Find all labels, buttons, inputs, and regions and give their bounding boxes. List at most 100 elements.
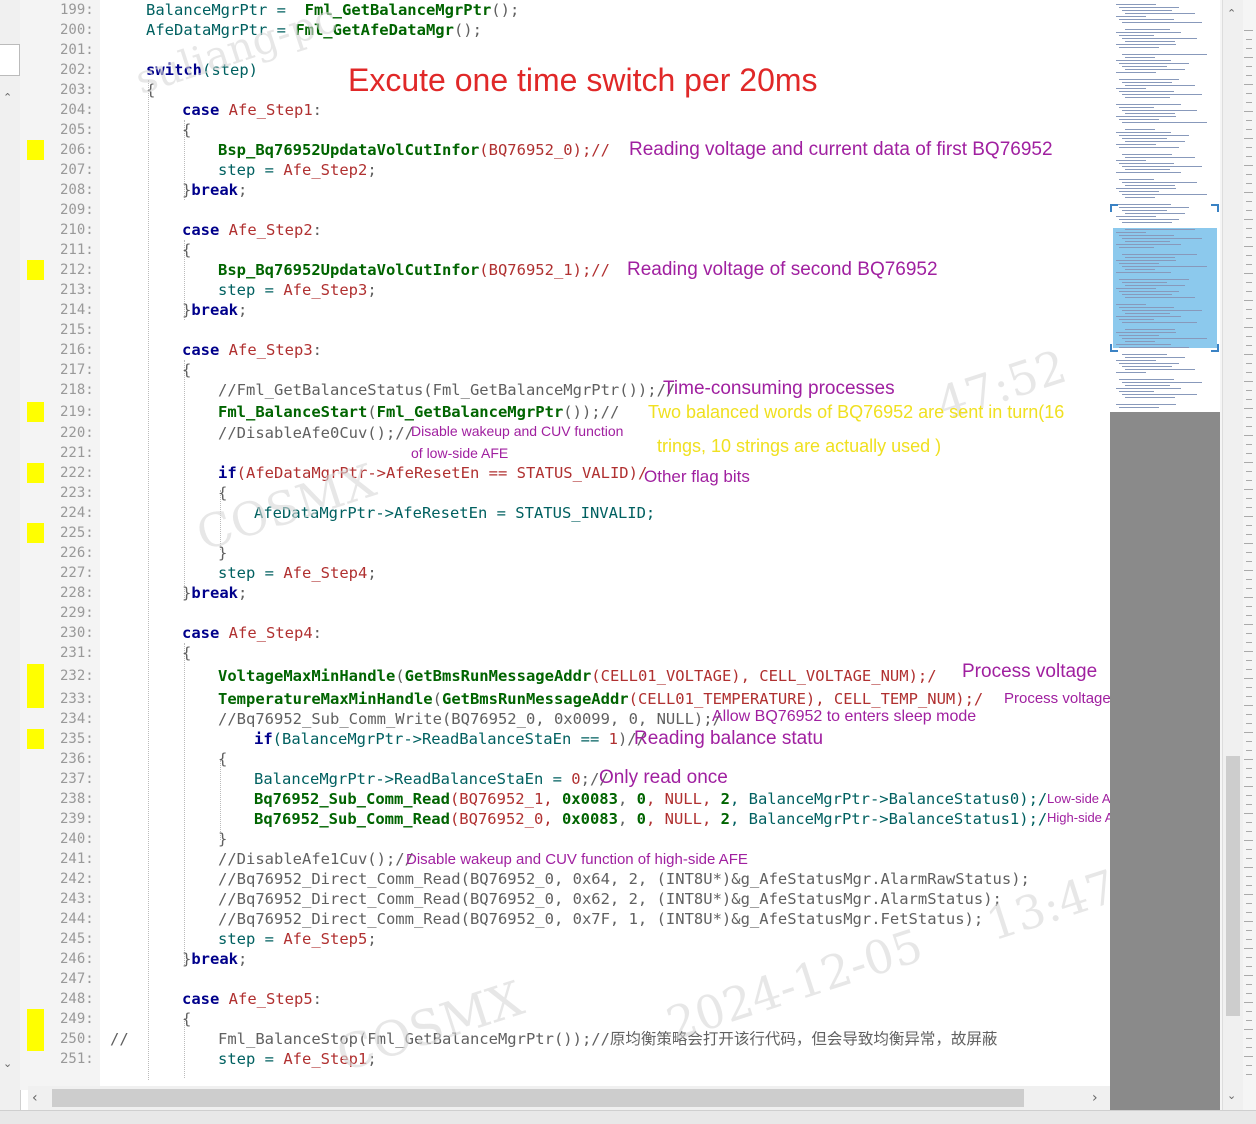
minimap-code-line — [1116, 260, 1176, 261]
minimap-code-line — [1125, 185, 1175, 186]
ruler-tick — [1246, 615, 1252, 616]
ruler-tick — [1246, 255, 1252, 256]
ruler-tick — [1246, 336, 1252, 337]
minimap-code-line — [1122, 266, 1207, 267]
minimap-code-line — [1119, 19, 1174, 20]
ruler-tick — [1246, 939, 1252, 940]
minimap-code-line — [1119, 47, 1159, 48]
minimap-code-line — [1122, 366, 1172, 367]
ruler-tick — [1244, 246, 1253, 247]
ruler-tick — [1244, 381, 1253, 382]
ruler-tick — [1244, 732, 1253, 733]
ruler-tick — [1246, 741, 1252, 742]
scroll-left-icon[interactable]: ‹ — [32, 1091, 38, 1105]
ruler-tick — [1246, 777, 1252, 778]
minimap-code-line — [1125, 141, 1185, 142]
minimap-code-line — [1125, 341, 1155, 342]
ruler-tick — [1244, 327, 1253, 328]
code-line-205: { — [182, 121, 192, 139]
ruler-tick — [1246, 1074, 1252, 1075]
code-line-239: Bq76952_Sub_Comm_Read(BQ76952_0, 0x0083,… — [254, 810, 1048, 828]
minimap-code-line — [1122, 154, 1172, 155]
minimap-code-line — [1119, 147, 1179, 148]
ruler-tick — [1246, 102, 1252, 103]
code-line-213: step = Afe_Step3; — [218, 281, 377, 299]
code-line-242: //Bq76952_Direct_Comm_Read(BQ76952_0, 0x… — [218, 870, 1030, 888]
minimap-code-line — [1119, 307, 1174, 308]
minimap-code-line — [1125, 169, 1170, 170]
scroll-up-arrow-icon[interactable]: ⌃ — [3, 92, 12, 104]
annotation-235: Reading balance statu — [634, 728, 824, 749]
minimap-code-line — [1125, 197, 1155, 198]
side-tab[interactable] — [0, 44, 20, 76]
minimap-code-line — [1119, 335, 1159, 336]
minimap-code-line — [1122, 54, 1207, 55]
minimap-bracket — [1110, 344, 1118, 352]
minimap-code-line — [1116, 360, 1156, 361]
vertical-scroll-thumb[interactable] — [1226, 756, 1240, 1016]
scroll-up-icon[interactable]: ⌃ — [1227, 8, 1236, 20]
ruler-tick — [1246, 714, 1252, 715]
minimap-code-line — [1116, 160, 1146, 161]
code-line-250-prefix: // — [110, 1030, 129, 1048]
minimap-code-line — [1119, 391, 1154, 392]
minimap-code-line — [1122, 282, 1167, 283]
minimap-empty-area — [1110, 412, 1220, 1112]
code-line-246: }break; — [182, 950, 248, 968]
minimap-code-line — [1119, 79, 1179, 80]
ruler-tick — [1246, 480, 1252, 481]
horizontal-scrollbar[interactable]: ‹ › — [28, 1086, 1110, 1112]
overview-ruler — [1244, 30, 1254, 1090]
ruler-tick — [1246, 885, 1252, 886]
code-line-236: { — [218, 750, 228, 768]
vertical-scrollbar[interactable]: ⌃ ⌄ — [1222, 0, 1243, 1110]
minimap-code-line — [1116, 204, 1171, 205]
ruler-tick — [1246, 930, 1252, 931]
ruler-tick — [1244, 111, 1253, 112]
minimap-code-line — [1119, 179, 1154, 180]
code-line-218: //Fml_GetBalanceStatus(Fml_GetBalanceMgr… — [218, 381, 676, 399]
ruler-tick — [1246, 282, 1252, 283]
minimap-code-line — [1125, 113, 1175, 114]
ruler-tick — [1246, 399, 1252, 400]
minimap-code-line — [1119, 191, 1159, 192]
minimap-code-line — [1119, 63, 1189, 64]
horizontal-scroll-thumb[interactable] — [52, 1089, 1024, 1107]
scroll-down-arrow-icon[interactable]: ⌄ — [3, 1058, 12, 1070]
code-line-237: BalanceMgrPtr->ReadBalanceStaEn = 0;// — [254, 770, 609, 788]
ruler-tick — [1244, 597, 1253, 598]
ruler-tick — [1246, 183, 1252, 184]
minimap-code-line — [1116, 144, 1156, 145]
ruler-tick — [1246, 849, 1252, 850]
ruler-tick — [1246, 642, 1252, 643]
annotation-232: Process voltage — [962, 661, 1098, 682]
ruler-tick — [1244, 867, 1253, 868]
scroll-right-icon[interactable]: › — [1092, 1091, 1098, 1105]
minimap-code-line — [1122, 22, 1202, 23]
ruler-tick — [1246, 1038, 1252, 1039]
minimap-code-line — [1116, 304, 1146, 305]
minimap-code-line — [1119, 247, 1154, 248]
minimap-code-line — [1119, 135, 1189, 136]
scroll-down-icon[interactable]: ⌄ — [1227, 1090, 1236, 1102]
ruler-tick — [1244, 813, 1253, 814]
ruler-tick — [1244, 516, 1253, 517]
ruler-tick — [1246, 750, 1252, 751]
minimap[interactable] — [1110, 0, 1220, 412]
minimap-code-line — [1116, 88, 1146, 89]
code-line-240: } — [218, 830, 228, 848]
annotation-237: Only read once — [599, 767, 728, 788]
ruler-tick — [1244, 894, 1253, 895]
code-line-233: TemperatureMaxMinHandle(GetBmsRunMessage… — [218, 690, 984, 708]
ruler-tick — [1246, 372, 1252, 373]
minimap-code-line — [1116, 60, 1171, 61]
ruler-tick — [1246, 93, 1252, 94]
ruler-tick — [1246, 156, 1252, 157]
ruler-tick — [1246, 723, 1252, 724]
minimap-code-line — [1125, 229, 1195, 230]
annotation-220b: of low-side AFE — [411, 445, 509, 461]
ruler-tick — [1246, 984, 1252, 985]
minimap-code-line — [1125, 29, 1170, 30]
ruler-tick — [1246, 471, 1252, 472]
minimap-code-line — [1122, 322, 1197, 323]
